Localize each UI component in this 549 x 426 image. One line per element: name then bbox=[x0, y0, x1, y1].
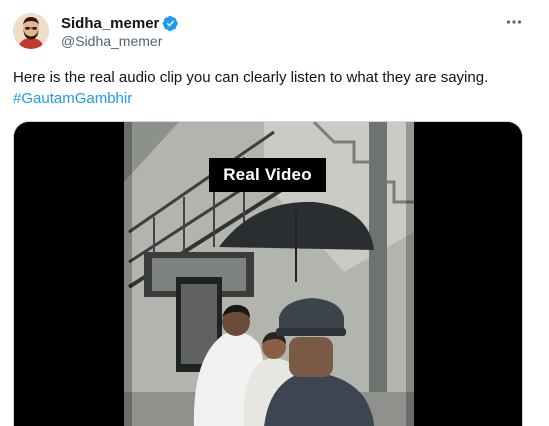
tweet-text: Here is the real audio clip you can clea… bbox=[13, 67, 538, 109]
author-handle[interactable]: @Sidha_memer bbox=[61, 33, 162, 49]
avatar-image bbox=[13, 13, 49, 49]
more-options-button[interactable] bbox=[500, 10, 528, 34]
video-player[interactable]: Real Video bbox=[13, 121, 523, 426]
author-display-name[interactable]: Sidha_memer bbox=[61, 15, 159, 32]
tweet-card[interactable]: Sidha_memer @Sidha_memer Here is the rea… bbox=[0, 0, 549, 426]
author-name-row: Sidha_memer bbox=[61, 13, 179, 33]
tweet-body-text: Here is the real audio clip you can clea… bbox=[13, 69, 489, 86]
avatar[interactable] bbox=[13, 13, 49, 49]
video-overlay-label: Real Video bbox=[209, 158, 326, 192]
more-horizontal-icon bbox=[506, 20, 522, 24]
hashtag-link[interactable]: #GautamGambhir bbox=[13, 88, 132, 109]
verified-badge-icon bbox=[162, 15, 179, 32]
